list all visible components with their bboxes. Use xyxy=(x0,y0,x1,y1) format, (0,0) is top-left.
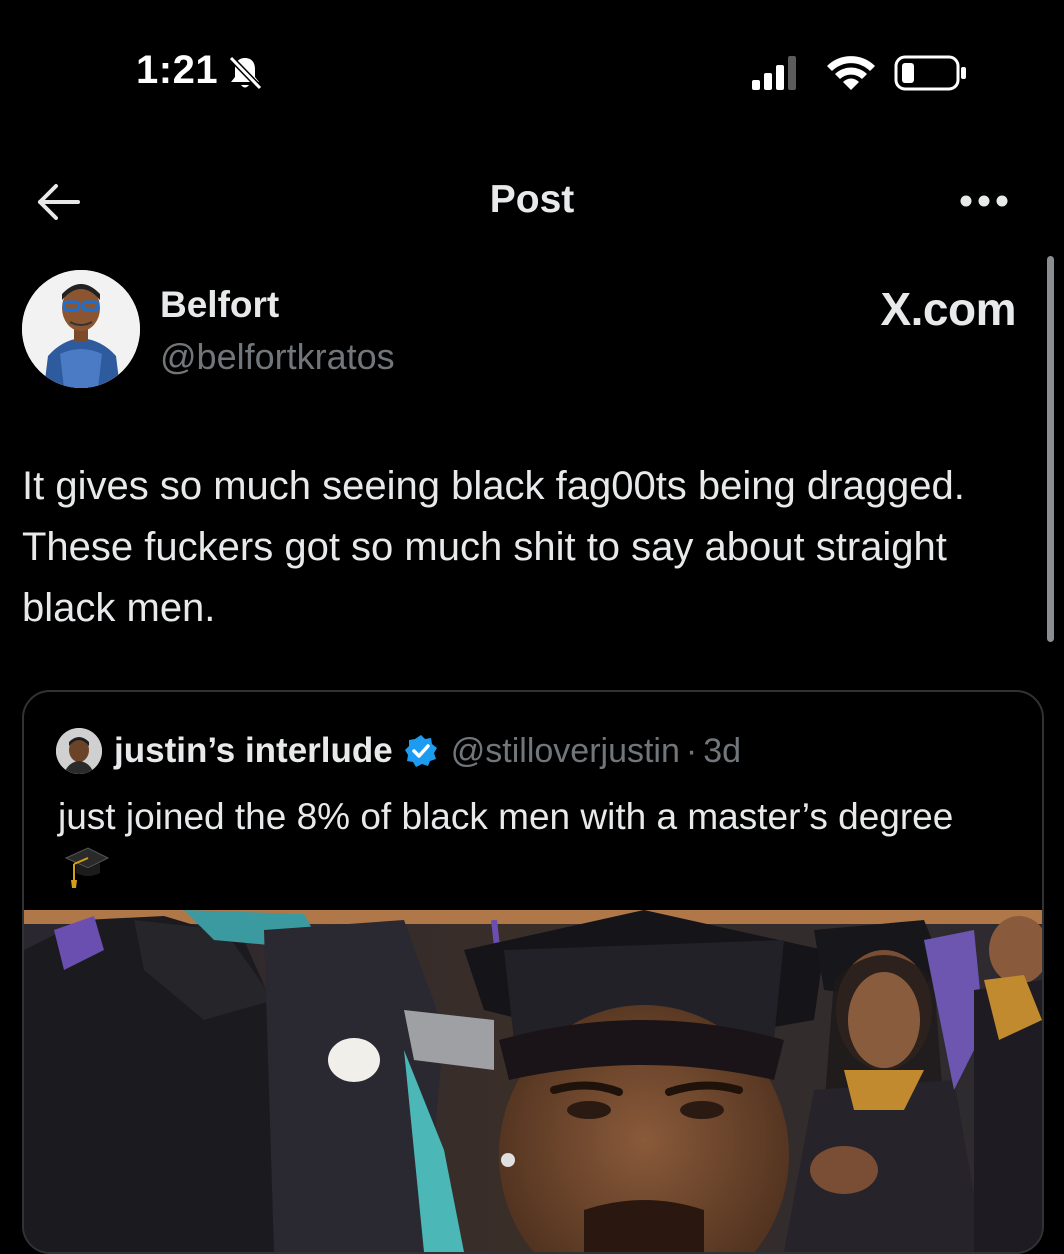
cellular-signal-icon xyxy=(752,56,796,90)
quoted-author-handle[interactable]: @stilloverjustin xyxy=(451,732,680,771)
author-avatar-image xyxy=(22,270,140,388)
page-title: Post xyxy=(489,178,575,221)
quoted-post-text: just joined the 8% of black men with a m… xyxy=(58,792,958,895)
muted-bell-icon xyxy=(228,55,263,91)
quoted-post-text-content: just joined the 8% of black men with a m… xyxy=(58,796,954,837)
verified-badge-icon xyxy=(404,735,437,767)
quoted-post-time: 3d xyxy=(703,731,742,770)
quoted-avatar-image xyxy=(56,728,102,774)
status-time: 1:21 xyxy=(136,48,219,92)
more-options-icon[interactable] xyxy=(958,190,1010,212)
wifi-icon xyxy=(827,56,875,90)
quoted-author-avatar[interactable] xyxy=(56,728,102,774)
author-avatar[interactable] xyxy=(22,270,140,388)
battery-icon xyxy=(894,55,966,91)
quoted-post-header: justin’s interlude @stilloverjustin · 3d xyxy=(56,728,741,774)
graduation-cap-icon xyxy=(64,847,110,888)
quoted-author-name[interactable]: justin’s interlude xyxy=(114,731,393,771)
scrollbar[interactable] xyxy=(1047,256,1054,642)
author-name[interactable]: Belfort xyxy=(160,284,279,326)
quoted-post-media[interactable] xyxy=(24,910,1042,1252)
watermark: X.com xyxy=(880,283,1016,335)
quoted-post-card[interactable]: justin’s interlude @stilloverjustin · 3d… xyxy=(22,690,1044,1254)
post-text: It gives so much seeing black fag00ts be… xyxy=(22,464,965,630)
graduation-photo xyxy=(24,910,1042,1252)
separator-dot: · xyxy=(685,731,698,770)
status-bar: 1:21 xyxy=(0,0,1064,150)
author-handle[interactable]: @belfortkratos xyxy=(160,336,395,378)
